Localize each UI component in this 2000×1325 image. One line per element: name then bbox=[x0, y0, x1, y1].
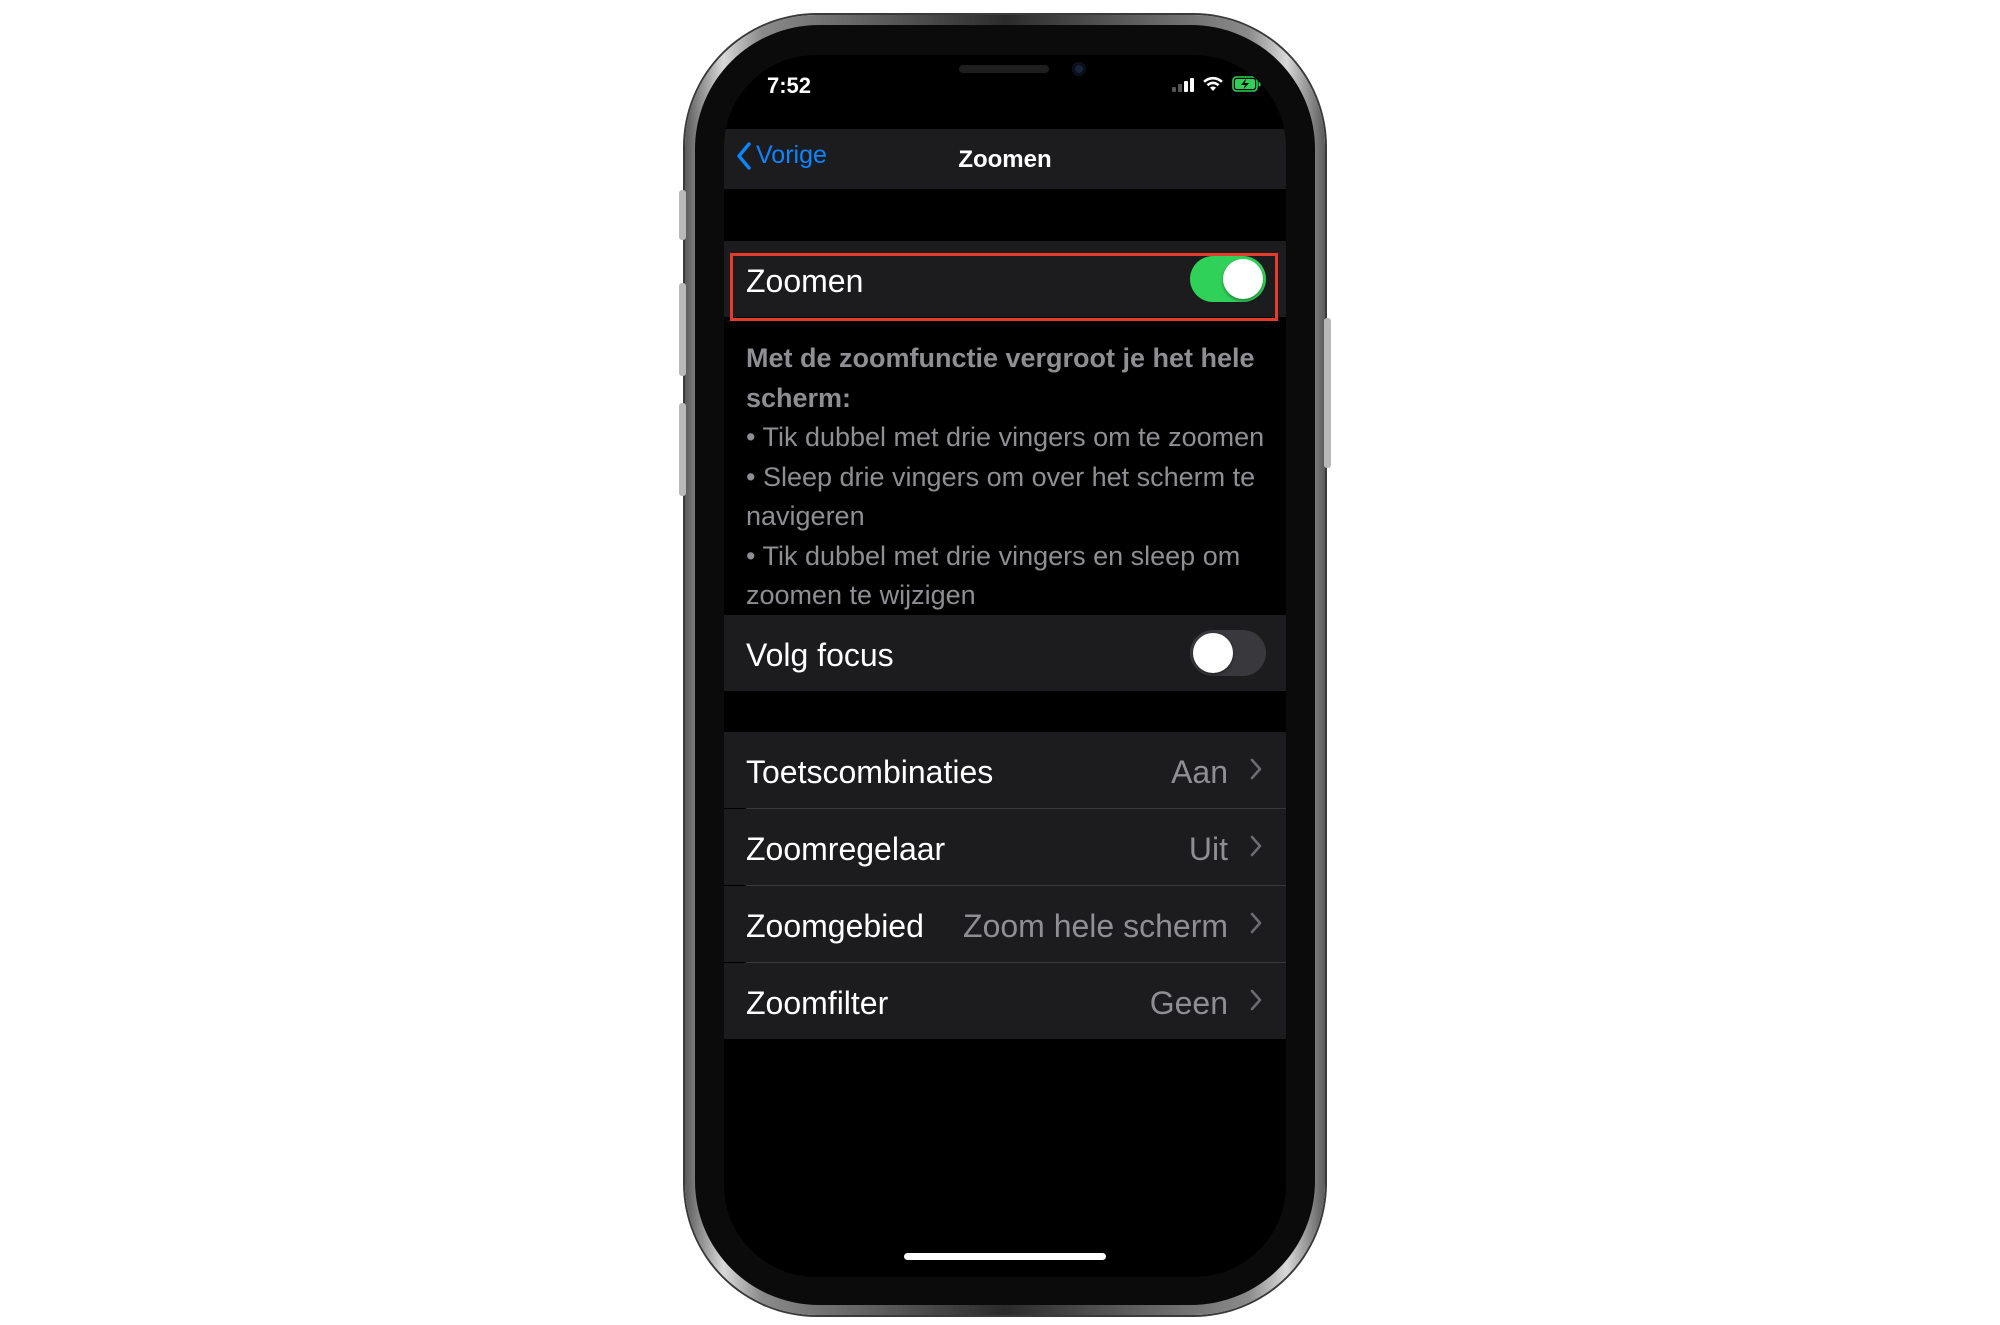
chevron-right-icon bbox=[1250, 989, 1262, 1011]
description-heading: Met de zoomfunctie vergroot je het hele … bbox=[746, 343, 1255, 413]
volume-up-button bbox=[679, 283, 686, 376]
phone-screen: 7:52 Vorige Zoomen Zoomen Met de zoomfun… bbox=[724, 55, 1286, 1277]
settings-row-value: Uit bbox=[1188, 831, 1228, 867]
chevron-right-icon bbox=[1250, 758, 1262, 780]
settings-row-label: Toetscombinaties bbox=[746, 754, 994, 790]
settings-row-label: Zoomgebied bbox=[746, 908, 924, 944]
settings-row-label: Zoomfilter bbox=[746, 985, 889, 1021]
zoom-toggle-label: Zoomen bbox=[746, 263, 864, 299]
silent-switch bbox=[679, 190, 686, 240]
chevron-right-icon bbox=[1250, 912, 1262, 934]
description-bullet: • Tik dubbel met drie vingers en sleep o… bbox=[746, 540, 1241, 611]
follow-focus-label: Volg focus bbox=[746, 637, 894, 673]
cellular-signal-icon bbox=[1172, 76, 1194, 92]
zoom-toggle-switch[interactable] bbox=[1190, 256, 1266, 302]
description-bullet: • Sleep drie vingers om over het scherm … bbox=[746, 461, 1256, 532]
description-bullet: • Tik dubbel met drie vingers om te zoom… bbox=[746, 422, 1265, 452]
status-icons bbox=[1172, 76, 1262, 92]
settings-row-zoomregelaar[interactable]: Zoomregelaar Uit bbox=[724, 809, 1286, 885]
follow-focus-switch[interactable] bbox=[1190, 630, 1266, 676]
settings-row-toetscombinaties[interactable]: Toetscombinaties Aan bbox=[724, 732, 1286, 808]
chevron-right-icon bbox=[1250, 835, 1262, 857]
status-time: 7:52 bbox=[767, 73, 812, 98]
front-camera-icon bbox=[1072, 62, 1086, 76]
settings-row-label: Zoomregelaar bbox=[746, 831, 946, 867]
volume-down-button bbox=[679, 403, 686, 496]
settings-row-zoomgebied[interactable]: Zoomgebied Zoom hele scherm bbox=[724, 886, 1286, 962]
settings-row-value: Geen bbox=[1149, 985, 1228, 1021]
wifi-icon bbox=[1203, 76, 1223, 91]
zoom-toggle-row: Zoomen bbox=[724, 241, 1286, 317]
navigation-bar: Vorige Zoomen bbox=[724, 129, 1286, 189]
notch bbox=[844, 55, 1166, 99]
settings-row-value: Aan bbox=[1171, 754, 1228, 790]
toggle-knob bbox=[1223, 259, 1263, 299]
follow-focus-row: Volg focus bbox=[724, 615, 1286, 691]
battery-charging-icon bbox=[1232, 76, 1261, 92]
settings-row-value: Zoom hele scherm bbox=[963, 908, 1228, 944]
toggle-knob bbox=[1193, 633, 1233, 673]
zoom-description: Met de zoomfunctie vergroot je het hele … bbox=[746, 339, 1271, 616]
earpiece-speaker bbox=[959, 65, 1049, 73]
settings-row-zoomfilter[interactable]: Zoomfilter Geen bbox=[724, 963, 1286, 1039]
side-button bbox=[1324, 318, 1331, 468]
home-indicator[interactable] bbox=[904, 1253, 1106, 1260]
page-title: Zoomen bbox=[958, 146, 1052, 173]
